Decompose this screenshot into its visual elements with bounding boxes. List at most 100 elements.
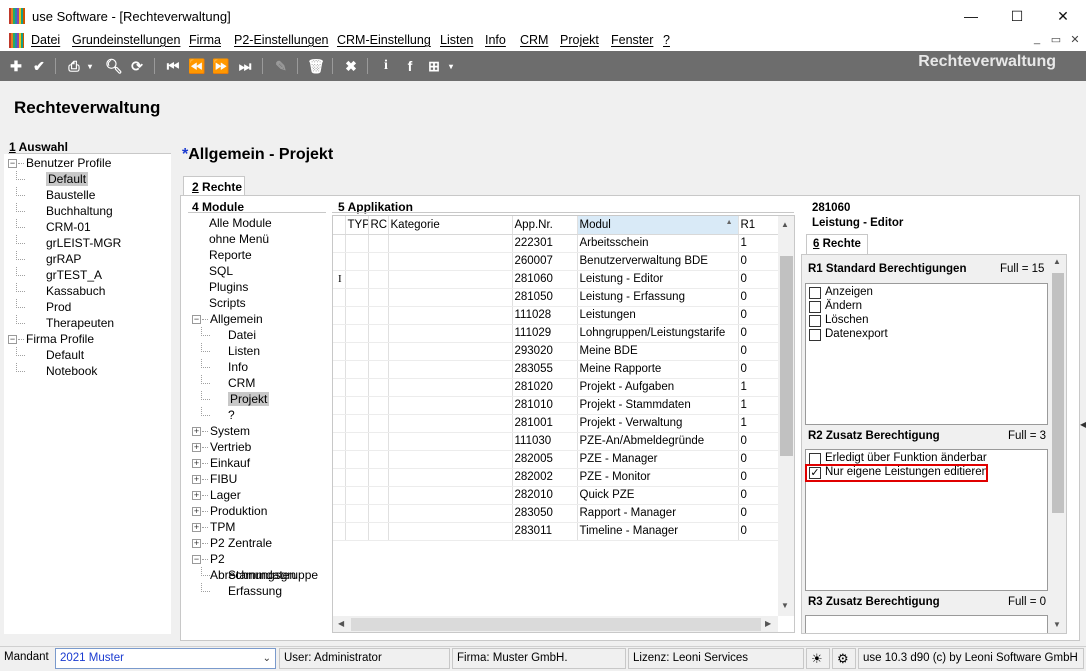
module-node-lager[interactable]: Lager: [210, 487, 241, 503]
cell-indicator[interactable]: [333, 414, 346, 433]
tree-expander-icon[interactable]: +: [192, 427, 201, 436]
cell-rc[interactable]: [368, 522, 389, 541]
module-node-ohne-menü[interactable]: ohne Menü: [209, 231, 269, 247]
cell-typ[interactable]: [345, 432, 369, 451]
auswahl-node-buchhaltung[interactable]: Buchhaltung: [46, 203, 113, 219]
cell-modul[interactable]: Meine BDE: [577, 342, 739, 361]
cell-kategorie[interactable]: [388, 486, 513, 505]
col-header-modul[interactable]: Modul ▲: [577, 216, 739, 235]
cell-modul[interactable]: Leistung - Erfassung: [577, 288, 739, 307]
cell-app-nr[interactable]: 260007: [512, 252, 578, 271]
cell-modul[interactable]: Quick PZE: [577, 486, 739, 505]
checkbox[interactable]: [809, 301, 821, 313]
menu-listen[interactable]: Listen: [440, 33, 473, 47]
cell-indicator[interactable]: [333, 378, 346, 397]
cell-app-nr[interactable]: 283055: [512, 360, 578, 379]
module-node-sql[interactable]: SQL: [209, 263, 233, 279]
cell-r1[interactable]: 0: [738, 522, 779, 541]
module-node-datei[interactable]: Datei: [228, 327, 256, 343]
cell-app-nr[interactable]: 283050: [512, 504, 578, 523]
cell-rc[interactable]: [368, 234, 389, 253]
permission-item-ändern[interactable]: Ändern: [808, 300, 1044, 314]
tree-expander-icon[interactable]: +: [192, 475, 201, 484]
menu-crm[interactable]: CRM: [520, 33, 548, 47]
cell-r1[interactable]: 1: [738, 414, 779, 433]
cell-kategorie[interactable]: [388, 522, 513, 541]
cell-kategorie[interactable]: [388, 342, 513, 361]
edit-icon[interactable]: ✎: [271, 56, 291, 76]
cell-typ[interactable]: [345, 252, 369, 271]
cell-typ[interactable]: [345, 324, 369, 343]
table-row[interactable]: 281050 Leistung - Erfassung 0: [333, 288, 779, 307]
module-node-projekt[interactable]: Projekt: [228, 391, 270, 407]
menu-p2-einstellungen[interactable]: P2-Einstellungen: [234, 33, 329, 47]
col-header-indicator[interactable]: [333, 216, 346, 235]
module-node-einkauf[interactable]: Einkauf: [210, 455, 250, 471]
col-header-kategorie[interactable]: Kategorie: [388, 216, 513, 235]
checkbox[interactable]: [809, 287, 821, 299]
search-icon[interactable]: 🔍︎: [104, 56, 124, 76]
table-row[interactable]: 281020 Projekt - Aufgaben 1: [333, 378, 779, 397]
permission-item-datenexport[interactable]: Datenexport: [808, 328, 1044, 342]
module-node-plugins[interactable]: Plugins: [209, 279, 248, 295]
rechte-scroll-down-icon[interactable]: ▼: [1053, 620, 1061, 629]
table-row[interactable]: 282010 Quick PZE 0: [333, 486, 779, 505]
grid-horizontal-scrollbar[interactable]: ◀ ▶: [333, 616, 778, 632]
cell-app-nr[interactable]: 111028: [512, 306, 578, 325]
rechte-scroll-thumb[interactable]: [1052, 273, 1064, 513]
delete-icon[interactable]: 🗑︎: [306, 56, 326, 76]
menu-datei[interactable]: Datei: [31, 33, 60, 47]
col-header-rc[interactable]: RC: [368, 216, 389, 235]
mdi-minimize-button[interactable]: _: [1028, 33, 1046, 49]
module-node-listen[interactable]: Listen: [228, 343, 260, 359]
cell-modul[interactable]: PZE - Manager: [577, 450, 739, 469]
cell-app-nr[interactable]: 222301: [512, 234, 578, 253]
cell-r1[interactable]: 0: [738, 468, 779, 487]
module-node-stammdaten[interactable]: Stammdaten: [228, 567, 296, 583]
cell-kategorie[interactable]: [388, 306, 513, 325]
cell-r1[interactable]: 0: [738, 360, 779, 379]
table-row[interactable]: 282002 PZE - Monitor 0: [333, 468, 779, 487]
grid-hscroll-thumb[interactable]: [351, 618, 761, 631]
cell-rc[interactable]: [368, 486, 389, 505]
sun-icon[interactable]: ☀: [806, 648, 830, 669]
minimize-button[interactable]: —: [948, 0, 994, 32]
module-node-scripts[interactable]: Scripts: [209, 295, 246, 311]
auswahl-node-grrap[interactable]: grRAP: [46, 251, 81, 267]
table-row[interactable]: 283055 Meine Rapporte 0: [333, 360, 779, 379]
table-row[interactable]: 293020 Meine BDE 0: [333, 342, 779, 361]
table-row[interactable]: 283011 Timeline - Manager 0: [333, 522, 779, 541]
cell-typ[interactable]: [345, 522, 369, 541]
cell-indicator[interactable]: [333, 450, 346, 469]
cell-kategorie[interactable]: [388, 450, 513, 469]
mdi-restore-button[interactable]: ▭: [1047, 33, 1065, 49]
cell-kategorie[interactable]: [388, 432, 513, 451]
cell-rc[interactable]: [368, 504, 389, 523]
module-node-fibu[interactable]: FIBU: [210, 471, 237, 487]
cell-rc[interactable]: [368, 396, 389, 415]
cell-kategorie[interactable]: [388, 360, 513, 379]
cell-r1[interactable]: 0: [738, 342, 779, 361]
cell-app-nr[interactable]: 281001: [512, 414, 578, 433]
module-node-allgemein[interactable]: Allgemein: [210, 311, 263, 327]
cell-modul[interactable]: Benutzerverwaltung BDE: [577, 252, 739, 271]
cell-kategorie[interactable]: [388, 288, 513, 307]
previous-record-icon[interactable]: ⏪: [187, 56, 207, 76]
menu-help[interactable]: ?: [663, 33, 670, 47]
cell-r1[interactable]: 0: [738, 288, 779, 307]
maximize-button[interactable]: ☐: [994, 0, 1040, 32]
cell-typ[interactable]: [345, 396, 369, 415]
tree-expander-icon[interactable]: −: [192, 315, 201, 324]
auswahl-node-benutzer-profile[interactable]: Benutzer Profile: [26, 155, 111, 171]
rechte-vertical-scrollbar[interactable]: ▲ ▼: [1050, 255, 1066, 633]
cell-app-nr[interactable]: 281010: [512, 396, 578, 415]
cell-typ[interactable]: [345, 486, 369, 505]
first-record-icon[interactable]: ⏮: [163, 56, 183, 76]
cell-app-nr[interactable]: 111030: [512, 432, 578, 451]
cell-indicator[interactable]: [333, 342, 346, 361]
cell-kategorie[interactable]: [388, 324, 513, 343]
cell-rc[interactable]: [368, 252, 389, 271]
col-header-app-nr[interactable]: App.Nr.: [512, 216, 578, 235]
cell-typ[interactable]: [345, 504, 369, 523]
auswahl-node-firma-profile[interactable]: Firma Profile: [26, 331, 94, 347]
